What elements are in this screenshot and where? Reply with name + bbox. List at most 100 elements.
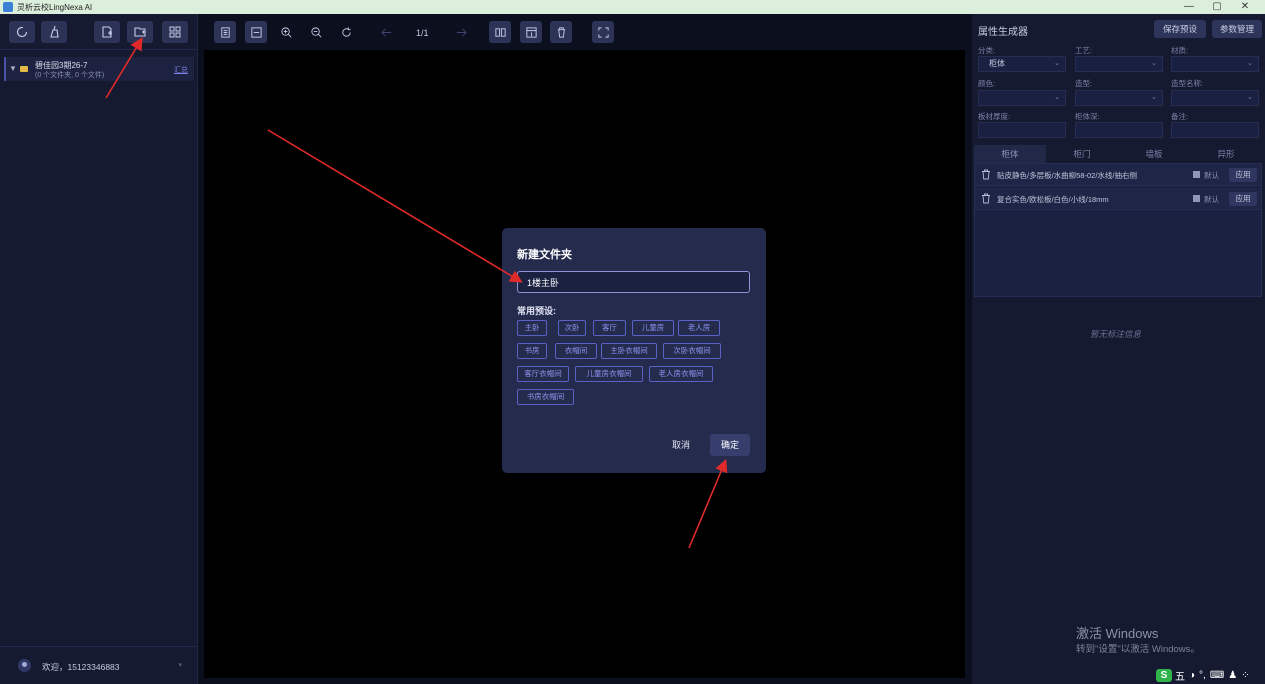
param-manage-button[interactable]: 参数管理	[1212, 20, 1262, 38]
category-value: 柜体	[989, 59, 1005, 68]
folder-name-input[interactable]	[517, 271, 750, 293]
grid-icon	[169, 26, 181, 38]
minimize-button[interactable]: —	[1175, 0, 1203, 14]
preset-chip[interactable]: 衣帽间	[555, 343, 597, 359]
export-button[interactable]	[520, 21, 542, 43]
preset-label: 常用预设:	[517, 306, 556, 316]
app-logo-icon	[3, 2, 13, 12]
apply-button[interactable]: 应用	[1229, 168, 1257, 182]
apps-icon[interactable]: ⁘	[1241, 670, 1249, 681]
fullscreen-button[interactable]	[592, 21, 614, 43]
compare-button[interactable]	[489, 21, 511, 43]
tab-cabinet[interactable]: 柜体	[974, 145, 1046, 163]
activate-windows-watermark: 激活 Windows	[1076, 626, 1159, 641]
window-controls: — ▢ ✕	[1175, 0, 1259, 14]
tab-door[interactable]: 柜门	[1046, 145, 1118, 163]
save-preset-button[interactable]: 保存预设	[1154, 20, 1206, 38]
close-button[interactable]: ✕	[1231, 0, 1259, 14]
grid-view-button[interactable]	[162, 21, 188, 43]
keyboard-icon[interactable]: ⌨	[1210, 670, 1224, 681]
preset-chip[interactable]: 次卧衣帽间	[663, 343, 721, 359]
export-icon	[525, 26, 537, 38]
clean-button[interactable]	[41, 21, 67, 43]
tab-wall-panel[interactable]: 墙板	[1118, 145, 1190, 163]
avatar	[18, 659, 31, 672]
cancel-button[interactable]: 取消	[672, 438, 690, 451]
project-tree-item[interactable]: ▼ 碧佳园3期26-7 (0 个文件夹, 0 个文件) 汇总	[4, 57, 194, 81]
shape-label: 造型:	[1075, 79, 1093, 88]
folder-icon	[20, 66, 28, 72]
list-item[interactable]: 贴皮静色/多层板/水曲柳58-02/水线/抽右侧 默认 应用	[975, 164, 1261, 186]
dialog-title: 新建文件夹	[517, 249, 572, 261]
preset-chip[interactable]: 主卧衣帽间	[601, 343, 657, 359]
list-item[interactable]: 复合实色/欧松板/白色/小线/18mm 默认 应用	[975, 188, 1261, 210]
punctuation-icon[interactable]: °,	[1199, 670, 1206, 681]
zoom-in-icon	[280, 26, 291, 37]
fit-width-icon	[250, 26, 262, 38]
category-tabs: 柜体 柜门 墙板 异形	[974, 145, 1262, 163]
fit-page-button[interactable]	[214, 21, 236, 43]
depth-input[interactable]	[1075, 122, 1163, 138]
chevron-down-icon: ⌄	[1247, 60, 1253, 67]
default-checkbox[interactable]	[1193, 195, 1200, 202]
new-file-button[interactable]	[94, 21, 120, 43]
arrow-left-icon	[380, 27, 391, 37]
arrow-right-icon	[456, 27, 467, 37]
preset-chip[interactable]: 老人房	[678, 320, 720, 336]
chevron-down-icon: ⌄	[1054, 60, 1060, 67]
ime-toolbar[interactable]: S 五 ◑ °, ⌨ ♟ ⁘	[1156, 668, 1254, 683]
zoom-out-button[interactable]	[305, 21, 327, 43]
new-folder-icon	[134, 27, 146, 37]
preset-chip[interactable]: 书房衣帽间	[517, 389, 574, 405]
default-checkbox[interactable]	[1193, 171, 1200, 178]
shape-select[interactable]: ⌄	[1075, 90, 1163, 106]
craft-select[interactable]: ⌄	[1075, 56, 1163, 72]
rotate-button[interactable]	[335, 21, 357, 43]
left-panel: ▼ 碧佳园3期26-7 (0 个文件夹, 0 个文件) 汇总 欢迎，151233…	[0, 14, 198, 684]
trash-icon[interactable]	[981, 169, 991, 180]
attribute-text: 贴皮静色/多层板/水曲柳58-02/水线/抽右侧	[997, 171, 1138, 180]
attribute-list: 贴皮静色/多层板/水曲柳58-02/水线/抽右侧 默认 应用 复合实色/欧松板/…	[974, 163, 1262, 297]
thickness-input[interactable]	[978, 122, 1066, 138]
material-select[interactable]: ⌄	[1171, 56, 1259, 72]
preset-chip[interactable]: 客厅	[593, 320, 626, 336]
fit-width-button[interactable]	[245, 21, 267, 43]
attribute-text: 复合实色/欧松板/白色/小线/18mm	[997, 195, 1109, 204]
half-width-icon[interactable]: ◑	[1189, 670, 1195, 681]
craft-label: 工艺:	[1075, 46, 1093, 55]
preset-chip[interactable]: 儿童房	[632, 320, 674, 336]
tab-special-shape[interactable]: 异形	[1190, 145, 1262, 163]
new-folder-button[interactable]	[127, 21, 153, 43]
preset-chip[interactable]: 主卧	[517, 320, 547, 336]
user-bar[interactable]: 欢迎，15123346883 ▾	[0, 646, 198, 684]
expand-arrow-icon[interactable]: ▼	[9, 64, 17, 73]
restore-button[interactable]: ▢	[1203, 0, 1231, 14]
prev-page-button[interactable]	[375, 21, 397, 43]
delete-button[interactable]	[550, 21, 572, 43]
confirm-button[interactable]: 确定	[710, 434, 750, 456]
next-page-button[interactable]	[450, 21, 472, 43]
default-label: 默认	[1204, 195, 1219, 204]
preset-chip[interactable]: 儿童房衣帽间	[575, 366, 643, 382]
ime-mode-icon[interactable]: 五	[1175, 668, 1185, 683]
preset-chip[interactable]: 老人房衣帽间	[649, 366, 713, 382]
color-select[interactable]: ⌄	[978, 90, 1066, 106]
note-input[interactable]	[1171, 122, 1259, 138]
trash-icon[interactable]	[981, 193, 991, 204]
user-icon[interactable]: ♟	[1228, 670, 1237, 681]
preset-chip[interactable]: 客厅衣帽间	[517, 366, 569, 382]
depth-label: 柜体深:	[1075, 112, 1100, 121]
refresh-button[interactable]	[9, 21, 35, 43]
category-select[interactable]: 柜体 ⌄	[978, 56, 1066, 72]
preset-chip[interactable]: 次卧	[558, 320, 586, 336]
apply-button[interactable]: 应用	[1229, 192, 1257, 206]
preset-chip[interactable]: 书房	[517, 343, 547, 359]
shape-name-select[interactable]: ⌄	[1171, 90, 1259, 106]
color-label: 颜色:	[978, 79, 996, 88]
zoom-in-button[interactable]	[275, 21, 297, 43]
empty-annotation-note: 暂无标注信息	[1090, 329, 1142, 339]
ime-logo-icon: S	[1156, 669, 1172, 682]
user-menu-caret-icon[interactable]: ▾	[178, 661, 182, 669]
summary-link[interactable]: 汇总	[174, 65, 188, 75]
page-indicator: 1/1	[416, 28, 429, 38]
